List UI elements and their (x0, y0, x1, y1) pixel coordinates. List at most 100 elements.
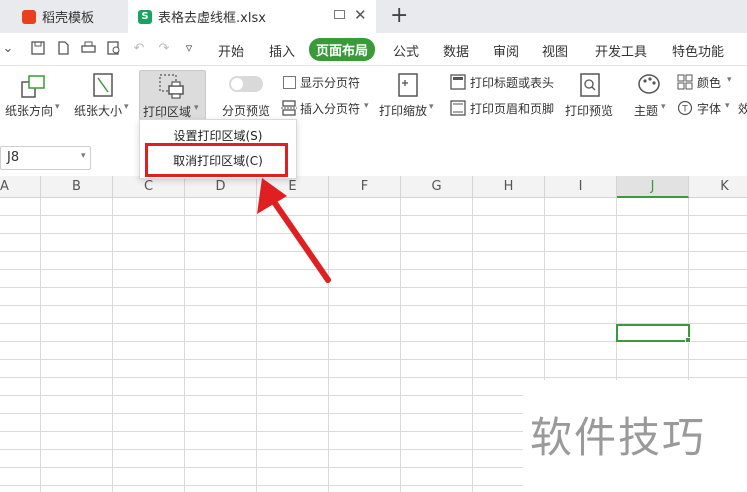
column-header-row: A B C D E F G H I J K (0, 176, 747, 198)
undo-icon[interactable]: ↶ (131, 41, 147, 57)
page-orientation-icon (21, 75, 45, 98)
print-area-button[interactable]: 打印区域 ▾ (139, 70, 206, 120)
paper-size-label: 纸张大小 (74, 104, 123, 118)
print-header-footer-label: 打印页眉和页脚 (470, 102, 555, 116)
column-line (112, 198, 113, 492)
checkbox-icon (283, 76, 296, 89)
chevron-down-icon: ▾ (429, 102, 434, 112)
menu-special-features[interactable]: 特色功能 (672, 41, 724, 60)
wps-logo-icon (22, 9, 36, 24)
redo-icon[interactable]: ↷ (156, 41, 172, 57)
print-scale-button[interactable]: 打印缩放 ▾ (377, 66, 439, 122)
orientation-button[interactable]: 纸张方向 ▾ (0, 66, 66, 122)
print-scale-icon (398, 73, 418, 97)
column-header-k[interactable]: K (689, 176, 747, 198)
font-button[interactable]: T 字体 ▾ (677, 100, 733, 118)
theme-button[interactable]: 主题 ▾ (629, 66, 671, 122)
highlight-box (145, 143, 288, 177)
close-tab-icon[interactable]: ✕ (354, 6, 367, 24)
export-icon[interactable] (55, 41, 71, 57)
column-line (400, 198, 401, 492)
column-header-g[interactable]: G (401, 176, 473, 198)
formula-bar: J8 ▾ (0, 143, 747, 176)
insert-page-break-button[interactable]: 插入分页符 ▾ (281, 100, 373, 118)
show-page-breaks-label: 显示分页符 (300, 76, 361, 90)
print-titles-icon (450, 74, 466, 90)
spreadsheet-file-icon: S (138, 9, 152, 24)
new-tab-button[interactable]: + (390, 3, 408, 28)
insert-page-break-icon (281, 100, 297, 116)
print-header-footer-icon (450, 100, 466, 116)
print-preview-button[interactable]: 打印预览 (562, 66, 618, 122)
print-preview-label: 打印预览 (565, 104, 614, 118)
save-icon[interactable] (30, 41, 46, 57)
column-line (472, 198, 473, 492)
menu-data[interactable]: 数据 (443, 41, 469, 60)
menu-home[interactable]: 开始 (218, 41, 244, 60)
print-titles-button[interactable]: 打印标题或表头 (450, 74, 560, 92)
column-header-h[interactable]: H (473, 176, 545, 198)
menu-formulas[interactable]: 公式 (393, 41, 419, 60)
tab-label: 表格去虚线框.xlsx (158, 11, 266, 26)
column-header-f[interactable]: F (329, 176, 401, 198)
column-header-i[interactable]: I (545, 176, 617, 198)
orientation-label: 纸张方向 (5, 104, 54, 118)
chevron-down-icon[interactable]: ▾ (81, 151, 86, 161)
chevron-down-icon: ▾ (364, 101, 369, 111)
menu-review[interactable]: 审阅 (493, 41, 519, 60)
column-line (256, 198, 257, 492)
print-titles-label: 打印标题或表头 (470, 76, 555, 90)
column-header-c[interactable]: C (113, 176, 185, 198)
tab-spreadsheet-file[interactable]: S 表格去虚线框.xlsx ✕ (128, 0, 376, 33)
color-label: 颜色 (697, 76, 722, 90)
page-break-preview-label: 分页预览 (222, 104, 271, 118)
column-header-d[interactable]: D (185, 176, 257, 198)
theme-label: 主题 (634, 104, 659, 118)
menu-insert[interactable]: 插入 (269, 41, 295, 60)
name-box[interactable]: J8 ▾ (0, 146, 91, 170)
color-grid-icon (677, 74, 693, 90)
column-header-a[interactable]: A (0, 176, 41, 198)
selected-cell-j8[interactable] (616, 324, 691, 343)
palette-icon (638, 74, 660, 94)
effects-label[interactable]: 效 (738, 100, 747, 117)
name-box-value: J8 (7, 150, 20, 165)
column-header-e[interactable]: E (257, 176, 329, 198)
column-header-b[interactable]: B (41, 176, 113, 198)
column-line (328, 198, 329, 492)
column-line (40, 198, 41, 492)
tab-bar: 稻壳模板 S 表格去虚线框.xlsx ✕ + (0, 0, 747, 33)
chevron-down-icon[interactable]: ⌄ (0, 41, 16, 57)
column-header-j[interactable]: J (617, 176, 689, 198)
chevron-down-icon: ▾ (727, 75, 732, 85)
color-button[interactable]: 颜色 ▾ (677, 74, 737, 92)
menu-bar: ⌄ ↶ ↷ ▿ 开始 插入 页面布局 公式 数据 审阅 视图 开发工具 特色功能 (0, 33, 747, 66)
customize-toolbar-icon[interactable]: ▿ (181, 41, 197, 57)
print-scale-label: 打印缩放 (379, 104, 428, 118)
paper-size-icon (93, 73, 113, 97)
paper-size-button[interactable]: 纸张大小 ▾ (70, 66, 136, 122)
font-label: 字体 (697, 102, 722, 116)
print-area-label: 打印区域 (143, 105, 192, 119)
window-restore-icon[interactable] (334, 10, 345, 19)
tab-docer-templates[interactable]: 稻壳模板 (0, 0, 126, 33)
menu-page-layout[interactable]: 页面布局 (309, 38, 376, 61)
menu-developer[interactable]: 开发工具 (595, 41, 647, 60)
show-page-breaks-checkbox[interactable]: 显示分页符 (283, 74, 368, 92)
watermark-text: 软件技巧 (530, 413, 707, 462)
tab-label: 稻壳模板 (42, 11, 95, 26)
page-break-preview-toggle[interactable] (229, 76, 263, 92)
chevron-down-icon: ▾ (55, 102, 60, 112)
menu-view[interactable]: 视图 (542, 41, 568, 60)
chevron-down-icon: ▾ (661, 102, 666, 112)
print-area-icon (159, 74, 184, 99)
print-icon[interactable] (80, 41, 96, 57)
chevron-down-icon: ▾ (725, 101, 730, 111)
print-preview-icon[interactable] (106, 41, 122, 57)
svg-text:T: T (681, 105, 688, 115)
column-line (184, 198, 185, 492)
page-break-preview-button[interactable]: 分页预览 (216, 66, 276, 122)
print-header-footer-button[interactable]: 打印页眉和页脚 (450, 100, 560, 118)
print-preview-icon (580, 73, 600, 97)
chevron-down-icon: ▾ (124, 102, 129, 112)
